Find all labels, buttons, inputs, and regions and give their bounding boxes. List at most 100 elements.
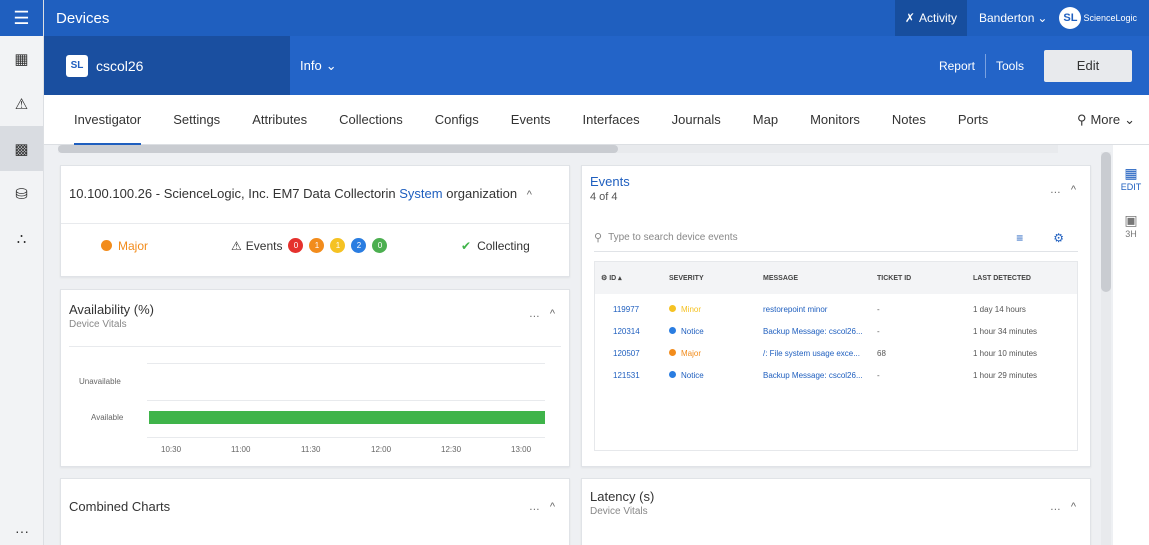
x-tick: 11:30 — [301, 445, 321, 454]
event-severity: Notice — [659, 370, 755, 380]
collapse-icon[interactable]: ^ — [550, 308, 555, 320]
x-tick: 13:00 — [511, 445, 532, 454]
x-tick: 10:30 — [161, 445, 182, 454]
topology-icon[interactable]: ∴ — [0, 216, 43, 261]
right-rail: ▦ EDIT ▣ 3H — [1113, 145, 1149, 545]
more-tabs-button[interactable]: ⚲ More ⌄ — [1061, 95, 1149, 145]
vertical-scrollbar[interactable] — [1101, 152, 1111, 545]
horizontal-scrollbar[interactable] — [58, 145, 1058, 153]
combined-charts-title: Combined Charts — [69, 499, 171, 514]
tab-journals[interactable]: Journals — [656, 95, 737, 145]
event-id[interactable]: 120314 — [595, 327, 659, 336]
organization-link[interactable]: System — [399, 186, 442, 201]
tab-attributes[interactable]: Attributes — [236, 95, 323, 145]
device-info-text: 10.100.100.26 - ScienceLogic, Inc. EM7 D… — [69, 186, 396, 201]
device-status-row: Major ⚠ Events 0 1 1 2 0 ✔ Collecting — [61, 238, 569, 253]
table-row[interactable]: 119977 Minor restorepoint minor - 1 day … — [595, 298, 1077, 320]
toolbox-icon[interactable]: ⛁ — [0, 171, 43, 216]
more-nav-icon[interactable]: ··· — [0, 523, 44, 539]
collapse-icon[interactable]: ^ — [550, 501, 555, 513]
event-message[interactable]: /: File system usage exce... — [755, 349, 869, 358]
warning-icon: ⚠ — [231, 238, 242, 253]
combined-charts-panel: Combined Charts … ^ — [60, 478, 570, 545]
events-counts[interactable]: ⚠ Events 0 1 1 2 0 — [231, 238, 451, 253]
devices-icon[interactable]: ▩ — [0, 126, 43, 171]
user-menu[interactable]: Banderton ⌄ — [971, 11, 1055, 25]
edit-button[interactable]: Edit — [1044, 49, 1132, 82]
list-view-icon[interactable]: ≡ — [1016, 231, 1023, 245]
event-message[interactable]: Backup Message: cscol26... — [755, 371, 869, 380]
user-label: Banderton — [979, 11, 1035, 25]
availability-panel: Availability (%) Device Vitals … ^ Unava… — [60, 289, 570, 467]
report-button[interactable]: Report — [929, 59, 985, 73]
severity-dot-icon — [101, 240, 112, 251]
tab-monitors[interactable]: Monitors — [794, 95, 876, 145]
minor-count-badge[interactable]: 1 — [330, 238, 346, 253]
search-icon: ⚲ — [1076, 111, 1087, 127]
y-label-unavailable: Unavailable — [79, 377, 121, 386]
events-title[interactable]: Events — [590, 174, 630, 189]
table-row[interactable]: 120507 Major /: File system usage exce..… — [595, 342, 1077, 364]
settings-gear-icon[interactable]: ⚙ — [601, 275, 607, 282]
event-id[interactable]: 121531 — [595, 371, 659, 380]
major-count-badge[interactable]: 1 — [309, 238, 325, 253]
column-ticket[interactable]: TICKET ID — [869, 275, 965, 282]
column-id[interactable]: ⚙ ID ▴ — [595, 274, 659, 282]
event-message[interactable]: Backup Message: cscol26... — [755, 327, 869, 336]
table-row[interactable]: 121531 Notice Backup Message: cscol26...… — [595, 364, 1077, 386]
tab-notes[interactable]: Notes — [876, 95, 942, 145]
calendar-icon: ▣ — [1124, 212, 1138, 228]
event-id[interactable]: 119977 — [595, 305, 659, 314]
event-message[interactable]: restorepoint minor — [755, 305, 869, 314]
column-severity[interactable]: SEVERITY — [659, 275, 755, 282]
collapse-icon[interactable]: ^ — [527, 189, 532, 201]
column-message[interactable]: MESSAGE — [755, 275, 869, 282]
x-tick: 12:00 — [371, 445, 392, 454]
scroll-thumb[interactable] — [58, 145, 618, 153]
event-ticket: - — [877, 326, 880, 336]
dashboard-icon[interactable]: ▦ — [0, 36, 43, 81]
tab-ports[interactable]: Ports — [942, 95, 1004, 145]
device-info-panel: 10.100.100.26 - ScienceLogic, Inc. EM7 D… — [60, 165, 570, 277]
panel-more-icon[interactable]: … — [529, 308, 540, 320]
column-last-detected[interactable]: LAST DETECTED — [965, 275, 1075, 282]
scroll-thumb[interactable] — [1101, 152, 1111, 292]
latency-subtitle: Device Vitals — [590, 506, 648, 517]
healthy-count-badge[interactable]: 0 — [372, 238, 388, 253]
event-id[interactable]: 120507 — [595, 349, 659, 358]
events-search-input[interactable]: ⚲ Type to search device events ≡ ⚙ — [594, 224, 1078, 252]
panel-more-icon[interactable]: … — [1050, 184, 1061, 196]
notice-count-badge[interactable]: 2 — [351, 238, 367, 253]
tab-map[interactable]: Map — [737, 95, 794, 145]
info-dropdown[interactable]: Info ⌄ — [290, 36, 337, 95]
tab-investigator[interactable]: Investigator — [58, 95, 157, 145]
panel-more-icon[interactable]: … — [529, 501, 540, 513]
time-range-button[interactable]: ▣ 3H — [1113, 212, 1149, 239]
edit-layout-button[interactable]: ▦ EDIT — [1113, 165, 1149, 192]
tools-button[interactable]: Tools — [986, 59, 1034, 73]
event-last-detected: 1 day 14 hours — [973, 304, 1026, 314]
activity-button[interactable]: ✗ Activity — [894, 0, 967, 36]
tab-settings[interactable]: Settings — [157, 95, 236, 145]
event-last-detected: 1 hour 10 minutes — [973, 348, 1038, 358]
hamburger-menu-icon[interactable]: ☰ — [0, 0, 43, 36]
table-row[interactable]: 120314 Notice Backup Message: cscol26...… — [595, 320, 1077, 342]
search-icon: ⚲ — [594, 232, 603, 244]
critical-count-badge[interactable]: 0 — [288, 238, 304, 253]
tab-configs[interactable]: Configs — [419, 95, 495, 145]
tab-interfaces[interactable]: Interfaces — [567, 95, 656, 145]
event-severity: Notice — [659, 326, 755, 336]
alert-icon[interactable]: ⚠ — [0, 81, 43, 126]
tab-collections[interactable]: Collections — [323, 95, 419, 145]
tab-events[interactable]: Events — [495, 95, 567, 145]
panel-more-icon[interactable]: … — [1050, 501, 1061, 513]
search-placeholder: Type to search device events — [608, 232, 738, 243]
events-label: Events — [245, 238, 283, 253]
collapse-icon[interactable]: ^ — [1071, 184, 1076, 196]
device-name: cscol26 — [96, 57, 144, 74]
collapse-icon[interactable]: ^ — [1071, 501, 1076, 513]
device-logo-icon: SL — [66, 54, 88, 77]
page-title: Devices — [56, 9, 110, 27]
gear-icon[interactable]: ⚙ — [1053, 231, 1064, 245]
left-rail: ☰ ▦ ⚠ ▩ ⛁ ∴ ··· — [0, 0, 44, 545]
